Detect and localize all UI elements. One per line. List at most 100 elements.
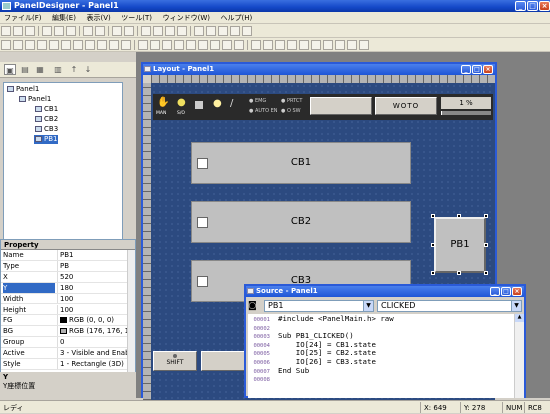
- tool-icon[interactable]: [198, 40, 208, 50]
- tree-item[interactable]: Panel1: [18, 95, 52, 104]
- property-value[interactable]: 520: [57, 271, 127, 282]
- property-value[interactable]: 0: [57, 337, 127, 348]
- tree-icon[interactable]: ▤: [19, 64, 31, 75]
- close-button[interactable]: ×: [483, 65, 493, 74]
- tree-item[interactable]: Panel1: [6, 85, 40, 94]
- camera-icon[interactable]: ◙: [248, 300, 262, 312]
- menu-tools[interactable]: ツール(T): [117, 12, 156, 24]
- tree-item[interactable]: CB1: [34, 105, 59, 114]
- tool-icon[interactable]: [194, 26, 204, 36]
- property-value[interactable]: 100: [57, 304, 127, 315]
- close-button[interactable]: ×: [512, 287, 522, 296]
- property-value[interactable]: 3 - Visible and Enab: [57, 348, 127, 358]
- tool-icon[interactable]: [1, 40, 11, 50]
- tool-icon[interactable]: [165, 26, 175, 36]
- resize-handle[interactable]: [484, 214, 488, 218]
- tool-icon[interactable]: [206, 26, 216, 36]
- property-value[interactable]: RGB (176, 176, 1: [57, 326, 127, 337]
- tree-view-icon[interactable]: ▣: [4, 64, 16, 75]
- tool-icon[interactable]: [242, 26, 252, 36]
- menu-window[interactable]: ウィンドウ(W): [159, 12, 214, 24]
- menu-view[interactable]: 表示(V): [82, 12, 114, 24]
- maximize-button[interactable]: □: [472, 65, 482, 74]
- tool-icon[interactable]: [73, 40, 83, 50]
- property-row[interactable]: Y 180: [1, 282, 127, 294]
- property-value[interactable]: 1 - Rectangle (3D): [57, 359, 127, 369]
- shift-button[interactable]: SHIFT: [153, 351, 197, 371]
- rect-icon[interactable]: [150, 40, 160, 50]
- object-select[interactable]: PB1 ▼: [264, 300, 374, 312]
- resize-handle[interactable]: [431, 214, 435, 218]
- property-row[interactable]: Group 0: [1, 337, 127, 349]
- paste-icon[interactable]: [66, 26, 76, 36]
- cut-icon[interactable]: [42, 26, 52, 36]
- chevron-down-icon[interactable]: ▼: [511, 301, 521, 311]
- line-icon[interactable]: [138, 40, 148, 50]
- tree-icon[interactable]: ▦: [34, 64, 46, 75]
- tool-icon[interactable]: [97, 40, 107, 50]
- stop-icon[interactable]: [195, 101, 203, 109]
- property-value[interactable]: PB1: [57, 250, 127, 260]
- resize-handle[interactable]: [457, 271, 461, 275]
- tool-icon[interactable]: [218, 26, 228, 36]
- tool-icon[interactable]: [109, 40, 119, 50]
- align-icon[interactable]: [263, 40, 273, 50]
- minimize-button[interactable]: _: [515, 1, 526, 11]
- help-icon[interactable]: [124, 26, 134, 36]
- code-scrollbar[interactable]: ▲: [514, 314, 524, 398]
- tree-item[interactable]: CB2: [34, 115, 59, 124]
- menu-file[interactable]: ファイル(F): [0, 12, 46, 24]
- new-icon[interactable]: [1, 26, 11, 36]
- source-titlebar[interactable]: Source - Panel1 _ □ ×: [246, 286, 524, 297]
- checkbox-cb1[interactable]: CB1: [191, 142, 411, 184]
- tool-icon[interactable]: [85, 40, 95, 50]
- bulb-icon[interactable]: ●: [177, 97, 186, 108]
- label-icon[interactable]: [186, 40, 196, 50]
- chevron-down-icon[interactable]: ▼: [363, 301, 373, 311]
- property-row[interactable]: BG RGB (176, 176, 1: [1, 326, 127, 338]
- property-row[interactable]: X 520: [1, 271, 127, 283]
- tool-icon[interactable]: [153, 26, 163, 36]
- tree-item-selected[interactable]: PB1: [34, 135, 59, 144]
- property-value[interactable]: 100: [57, 293, 127, 304]
- event-select[interactable]: CLICKED ▼: [377, 300, 522, 312]
- align-icon[interactable]: [311, 40, 321, 50]
- code-editor[interactable]: 00001 #include <PanelMain.h> raw 00002 0000…: [248, 314, 514, 398]
- tree-icon[interactable]: ▥: [52, 64, 64, 75]
- tool-icon[interactable]: [37, 40, 47, 50]
- property-row[interactable]: Type PB: [1, 260, 127, 272]
- align-icon[interactable]: [335, 40, 345, 50]
- maximize-button[interactable]: □: [527, 1, 538, 11]
- tool-icon[interactable]: [234, 40, 244, 50]
- copy-icon[interactable]: [54, 26, 64, 36]
- app-titlebar[interactable]: PanelDesigner - Panel1 _ □ ×: [0, 0, 550, 12]
- pen-icon[interactable]: /: [230, 98, 233, 109]
- resize-handle[interactable]: [484, 271, 488, 275]
- align-icon[interactable]: [287, 40, 297, 50]
- resize-handle[interactable]: [431, 271, 435, 275]
- tool-icon[interactable]: [49, 40, 59, 50]
- resize-handle[interactable]: [431, 243, 435, 247]
- tool-icon[interactable]: [61, 40, 71, 50]
- menu-edit[interactable]: 編集(E): [48, 12, 80, 24]
- tool-icon[interactable]: [222, 40, 232, 50]
- maximize-button[interactable]: □: [501, 287, 511, 296]
- pb1-button[interactable]: PB1: [434, 217, 486, 273]
- align-icon[interactable]: [299, 40, 309, 50]
- property-value[interactable]: PB: [57, 260, 127, 271]
- tree-item[interactable]: CB3: [34, 125, 59, 134]
- close-button[interactable]: ×: [539, 1, 550, 11]
- undo-icon[interactable]: [83, 26, 93, 36]
- lamp-icon[interactable]: ●: [213, 98, 222, 109]
- save-icon[interactable]: [25, 26, 35, 36]
- align-icon[interactable]: [347, 40, 357, 50]
- open-icon[interactable]: [13, 26, 23, 36]
- tool-icon[interactable]: [177, 26, 187, 36]
- property-row[interactable]: Height 100: [1, 304, 127, 316]
- blank-button[interactable]: [310, 97, 372, 115]
- align-icon[interactable]: [359, 40, 369, 50]
- tool-icon[interactable]: [25, 40, 35, 50]
- scroll-up-icon[interactable]: ▲: [515, 314, 524, 322]
- minimize-button[interactable]: _: [490, 287, 500, 296]
- button-icon[interactable]: [174, 40, 184, 50]
